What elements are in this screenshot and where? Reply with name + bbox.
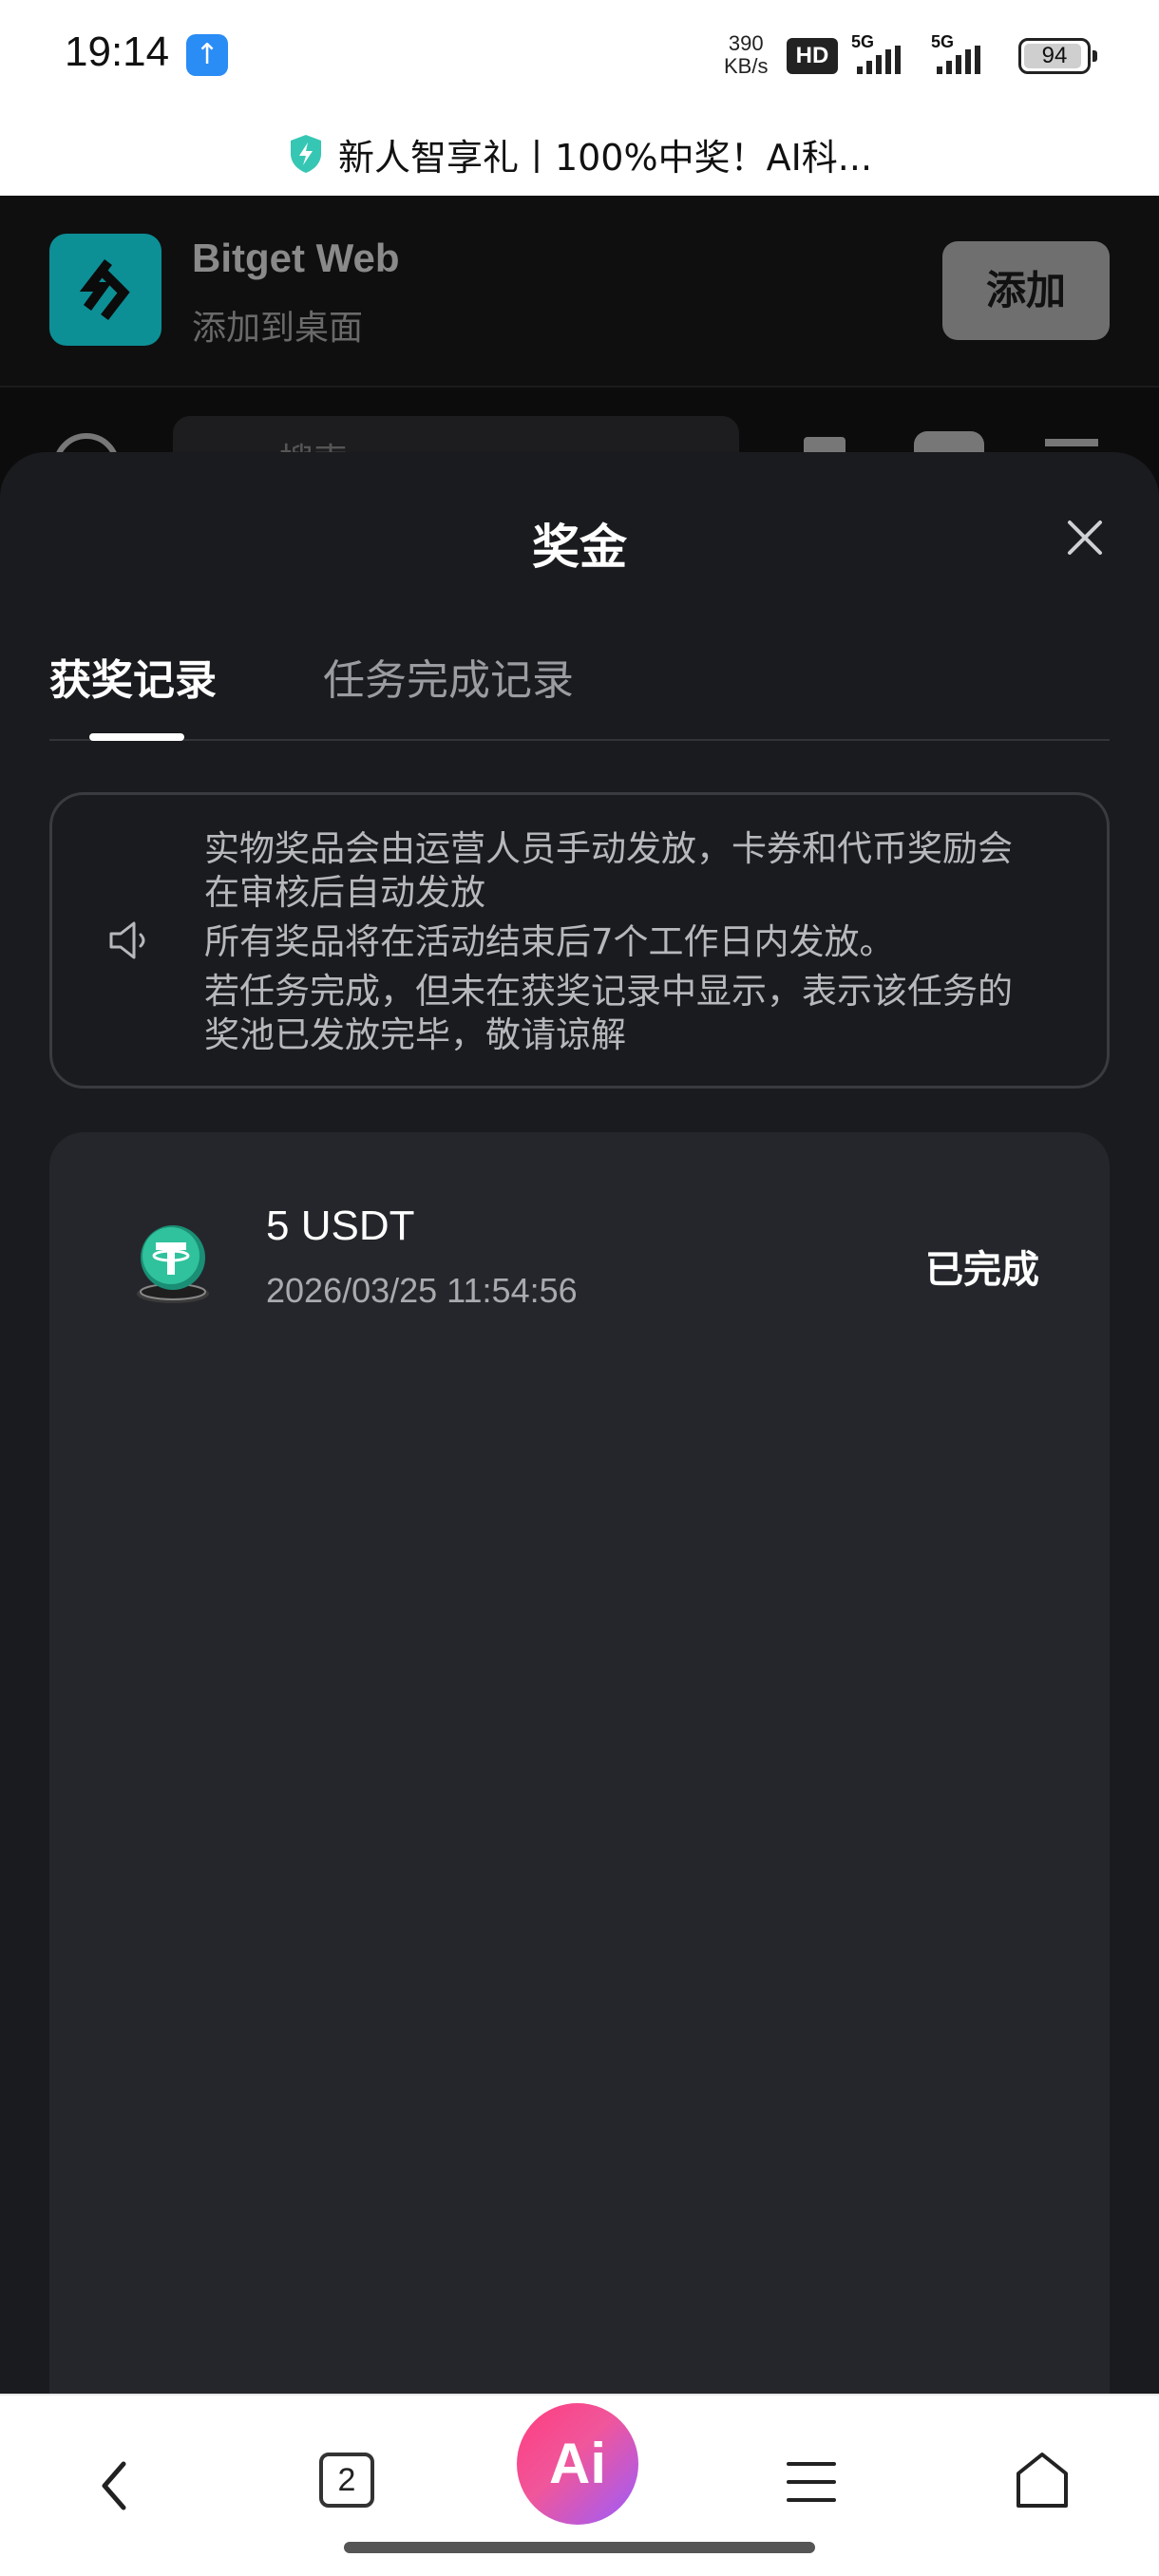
add-to-desktop-button[interactable]: 添加 bbox=[942, 241, 1110, 340]
notice-box: 实物奖品会由运营人员手动发放，卡券和代币奖励会在审核后自动发放 所有奖品将在活动… bbox=[49, 792, 1110, 1089]
promo-banner[interactable]: 新人智享礼丨100%中奖！AI科... bbox=[0, 112, 1159, 196]
tabs-count-button[interactable]: 2 bbox=[319, 2453, 374, 2508]
upload-notification-icon: ↑ bbox=[186, 34, 228, 76]
tab-award-records[interactable]: 获奖记录 bbox=[49, 646, 217, 707]
sheet-title: 奖金 bbox=[532, 520, 627, 575]
app-subtitle: 添加到桌面 bbox=[192, 309, 364, 348]
record-tabs: 获奖记录 任务完成记录 bbox=[49, 642, 1110, 741]
install-prompt: Bitget Web 添加到桌面 添加 bbox=[0, 196, 1159, 388]
notice-line-1: 实物奖品会由运营人员手动发放，卡券和代币奖励会在审核后自动发放 bbox=[204, 828, 1013, 913]
usdt-coin-icon bbox=[137, 1225, 209, 1303]
back-icon[interactable] bbox=[91, 2453, 139, 2519]
browser-bottom-nav: 2 Ai bbox=[0, 2394, 1159, 2576]
active-tab-indicator bbox=[89, 733, 184, 741]
shield-bolt-icon bbox=[290, 135, 321, 173]
home-indicator bbox=[344, 2542, 815, 2553]
menu-icon[interactable] bbox=[1045, 439, 1098, 446]
app-name: Bitget Web bbox=[192, 236, 400, 280]
signal-1-icon: 5G bbox=[851, 32, 923, 76]
network-speed-value: 390 bbox=[728, 31, 764, 55]
notice-line-3: 若任务完成，但未在获奖记录中显示，表示该任务的奖池已发放完毕，敬请谅解 bbox=[204, 971, 1013, 1055]
hd-voice-icon: HD bbox=[787, 38, 838, 74]
status-bar: 19:14 ↑ 390 KB/s HD 5G 5G 94 bbox=[0, 0, 1159, 112]
signal-2-icon: 5G bbox=[931, 32, 1003, 76]
tab-task-records[interactable]: 任务完成记录 bbox=[323, 646, 574, 707]
reward-time: 2026/03/25 11:54:56 bbox=[266, 1271, 578, 1310]
reward-amount: 5 USDT bbox=[266, 1203, 415, 1249]
record-list: 5 USDT 2026/03/25 11:54:56 已完成 bbox=[49, 1132, 1110, 2394]
status-time: 19:14 bbox=[65, 28, 170, 75]
network-speed-unit: KB/s bbox=[724, 54, 769, 78]
battery-level: 94 bbox=[1041, 43, 1068, 68]
promo-text: 新人智享礼丨100%中奖！AI科... bbox=[337, 136, 873, 179]
ai-assistant-button[interactable]: Ai bbox=[517, 2403, 638, 2525]
home-icon[interactable] bbox=[1013, 2449, 1072, 2511]
battery-icon: 94 bbox=[1018, 38, 1097, 74]
bitget-logo bbox=[49, 234, 162, 346]
bonus-sheet: 奖金 获奖记录 任务完成记录 实物奖品会由运营人员手动发放，卡券和代币奖励会在审… bbox=[0, 452, 1159, 2394]
menu-icon[interactable] bbox=[785, 2458, 838, 2506]
status-badge: 已完成 bbox=[925, 1248, 1039, 1292]
notice-line-2: 所有奖品将在活动结束后7个工作日内发放。 bbox=[204, 921, 895, 962]
close-icon[interactable] bbox=[1062, 515, 1108, 560]
speaker-icon bbox=[109, 921, 145, 959]
network-speed: 390 KB/s bbox=[724, 32, 768, 78]
